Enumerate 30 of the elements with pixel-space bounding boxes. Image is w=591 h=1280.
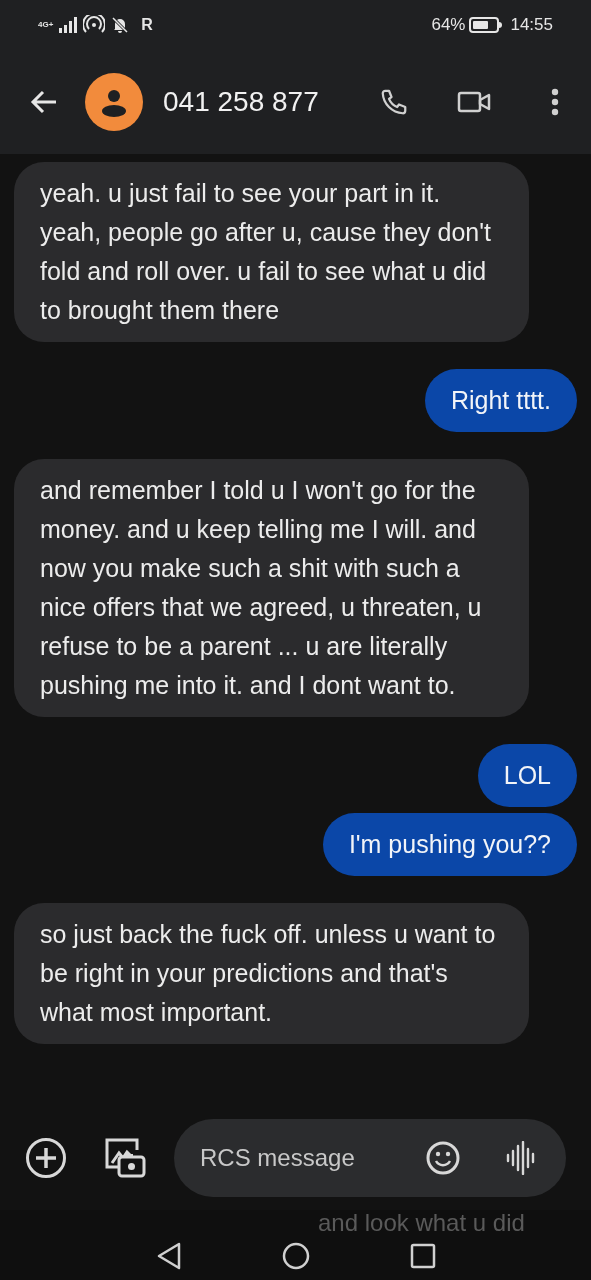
- mute-icon: [111, 16, 130, 34]
- battery-percentage: 64%: [431, 14, 466, 37]
- received-message-bubble[interactable]: yeah. u just fail to see your part in it. yeah, people go after u, cause they don't fold and roll over. u fail to see what u did to brought them there: [14, 162, 529, 342]
- back-arrow-icon[interactable]: [30, 90, 58, 114]
- battery-icon: [469, 17, 503, 33]
- network-type: 4G+: [38, 21, 54, 29]
- video-call-icon[interactable]: [457, 90, 491, 114]
- ghost-message-text: and look what u did: [318, 1210, 525, 1236]
- hotspot-icon: [83, 15, 106, 35]
- text-input[interactable]: RCS message: [200, 1140, 426, 1176]
- signal-icon: [59, 17, 78, 33]
- nav-home-icon[interactable]: [281, 1242, 310, 1270]
- contact-avatar[interactable]: [85, 73, 143, 131]
- gallery-camera-icon[interactable]: [104, 1137, 146, 1179]
- message-input-field[interactable]: RCS message: [174, 1119, 566, 1197]
- phone-call-icon[interactable]: [379, 87, 409, 117]
- emoji-icon[interactable]: [426, 1141, 460, 1175]
- sent-message-bubble[interactable]: Right tttt.: [424, 369, 577, 432]
- nav-recents-icon[interactable]: [409, 1243, 436, 1269]
- roaming-indicator: R: [141, 15, 153, 35]
- contact-number: 041 258 877: [163, 85, 319, 119]
- sent-message-bubble[interactable]: I'm pushing you??: [322, 813, 577, 876]
- received-message-bubble[interactable]: and remember I told u I won't go for the money. and u keep telling me I will. and now you make such a shit with such a nice offers that we agreed, u threaten, u refuse to be a parent ... u are literally pushing me into it. and I dont want to.: [14, 459, 529, 717]
- voice-waveform-icon[interactable]: [506, 1141, 536, 1175]
- nav-back-icon[interactable]: [155, 1242, 182, 1270]
- received-message-bubble[interactable]: so just back the fuck off. unless u want to be right in your predictions and that's what most important.: [14, 903, 529, 1044]
- clock: 14:55: [510, 14, 553, 37]
- more-options-icon[interactable]: [551, 88, 559, 116]
- add-icon[interactable]: [25, 1137, 67, 1179]
- sent-message-bubble[interactable]: LOL: [477, 744, 577, 807]
